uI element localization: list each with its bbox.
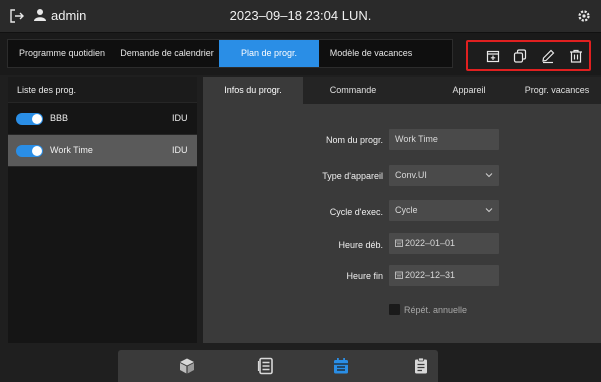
program-name: BBB [50, 113, 69, 123]
tab-calendar-request[interactable]: Demande de calendrier [116, 40, 218, 67]
end-date-picker[interactable]: 2022–12–31 [389, 265, 499, 286]
program-item-work-time[interactable]: Work Time IDU [8, 135, 197, 167]
add-icon[interactable] [485, 48, 501, 64]
clipboard-icon[interactable] [412, 357, 430, 375]
cycle-label: Cycle d'exec. [329, 207, 383, 217]
program-name-value: Work Time [395, 134, 438, 144]
chevron-down-icon [485, 208, 493, 213]
tab-holiday-program[interactable]: Progr. vacances [503, 77, 601, 104]
logout-icon[interactable] [9, 8, 25, 24]
top-bar: admin 2023–09–18 23:04 LUN. [0, 0, 601, 33]
cycle-select[interactable]: Cycle [389, 200, 499, 221]
action-toolbar [466, 40, 591, 71]
tab-program-info[interactable]: Infos du progr. [203, 77, 303, 104]
yearly-repeat-checkbox[interactable] [389, 304, 400, 315]
start-time-label: Heure déb. [338, 240, 383, 250]
cube-icon[interactable] [178, 357, 196, 375]
program-type: IDU [172, 113, 188, 123]
detail-tabbar: Infos du progr. Commande Appareil Progr.… [203, 77, 601, 104]
tab-holiday-template[interactable]: Modèle de vacances [319, 40, 423, 67]
program-type: IDU [172, 145, 188, 155]
program-name-label: Nom du progr. [325, 135, 383, 145]
end-time-label: Heure fin [346, 271, 383, 281]
cycle-value: Cycle [395, 205, 418, 215]
device-type-label: Type d'appareil [322, 171, 383, 181]
end-date-value: 2022–12–31 [405, 270, 456, 280]
program-enable-toggle[interactable] [16, 145, 43, 157]
start-date-value: 2022–01–01 [405, 238, 456, 248]
edit-icon[interactable] [540, 48, 556, 64]
tab-program-plan[interactable]: Plan de progr. [219, 40, 319, 67]
program-list-header: Liste des prog. [8, 77, 197, 103]
program-name-input[interactable]: Work Time [389, 129, 499, 150]
bottom-nav [118, 350, 438, 382]
user-icon [34, 9, 46, 21]
copy-icon[interactable] [512, 48, 528, 64]
gear-icon[interactable] [576, 8, 592, 24]
delete-icon[interactable] [568, 48, 584, 64]
datetime: 2023–09–18 23:04 LUN. [229, 8, 372, 23]
tab-command[interactable]: Commande [303, 77, 403, 104]
schedule-tabbar: Programme quotidien Demande de calendrie… [7, 39, 453, 68]
program-list: Liste des prog. BBB IDU Work Time IDU [8, 77, 197, 343]
chevron-down-icon [485, 173, 493, 178]
yearly-repeat-label: Répét. annuelle [404, 305, 468, 315]
calendar-icon[interactable] [332, 357, 350, 375]
tab-daily-program[interactable]: Programme quotidien [8, 40, 116, 67]
program-item-bbb[interactable]: BBB IDU [8, 103, 197, 135]
start-date-picker[interactable]: 2022–01–01 [389, 233, 499, 254]
program-enable-toggle[interactable] [16, 113, 43, 125]
program-name: Work Time [50, 145, 93, 155]
calendar-icon [395, 239, 403, 247]
username: admin [51, 8, 87, 23]
tab-row: Programme quotidien Demande de calendrie… [0, 33, 601, 75]
calendar-icon [395, 271, 403, 279]
program-detail-panel: Infos du progr. Commande Appareil Progr.… [203, 77, 601, 343]
device-type-value: Conv.UI [395, 170, 427, 180]
device-type-select[interactable]: Conv.UI [389, 165, 499, 186]
list-icon[interactable] [257, 357, 275, 375]
